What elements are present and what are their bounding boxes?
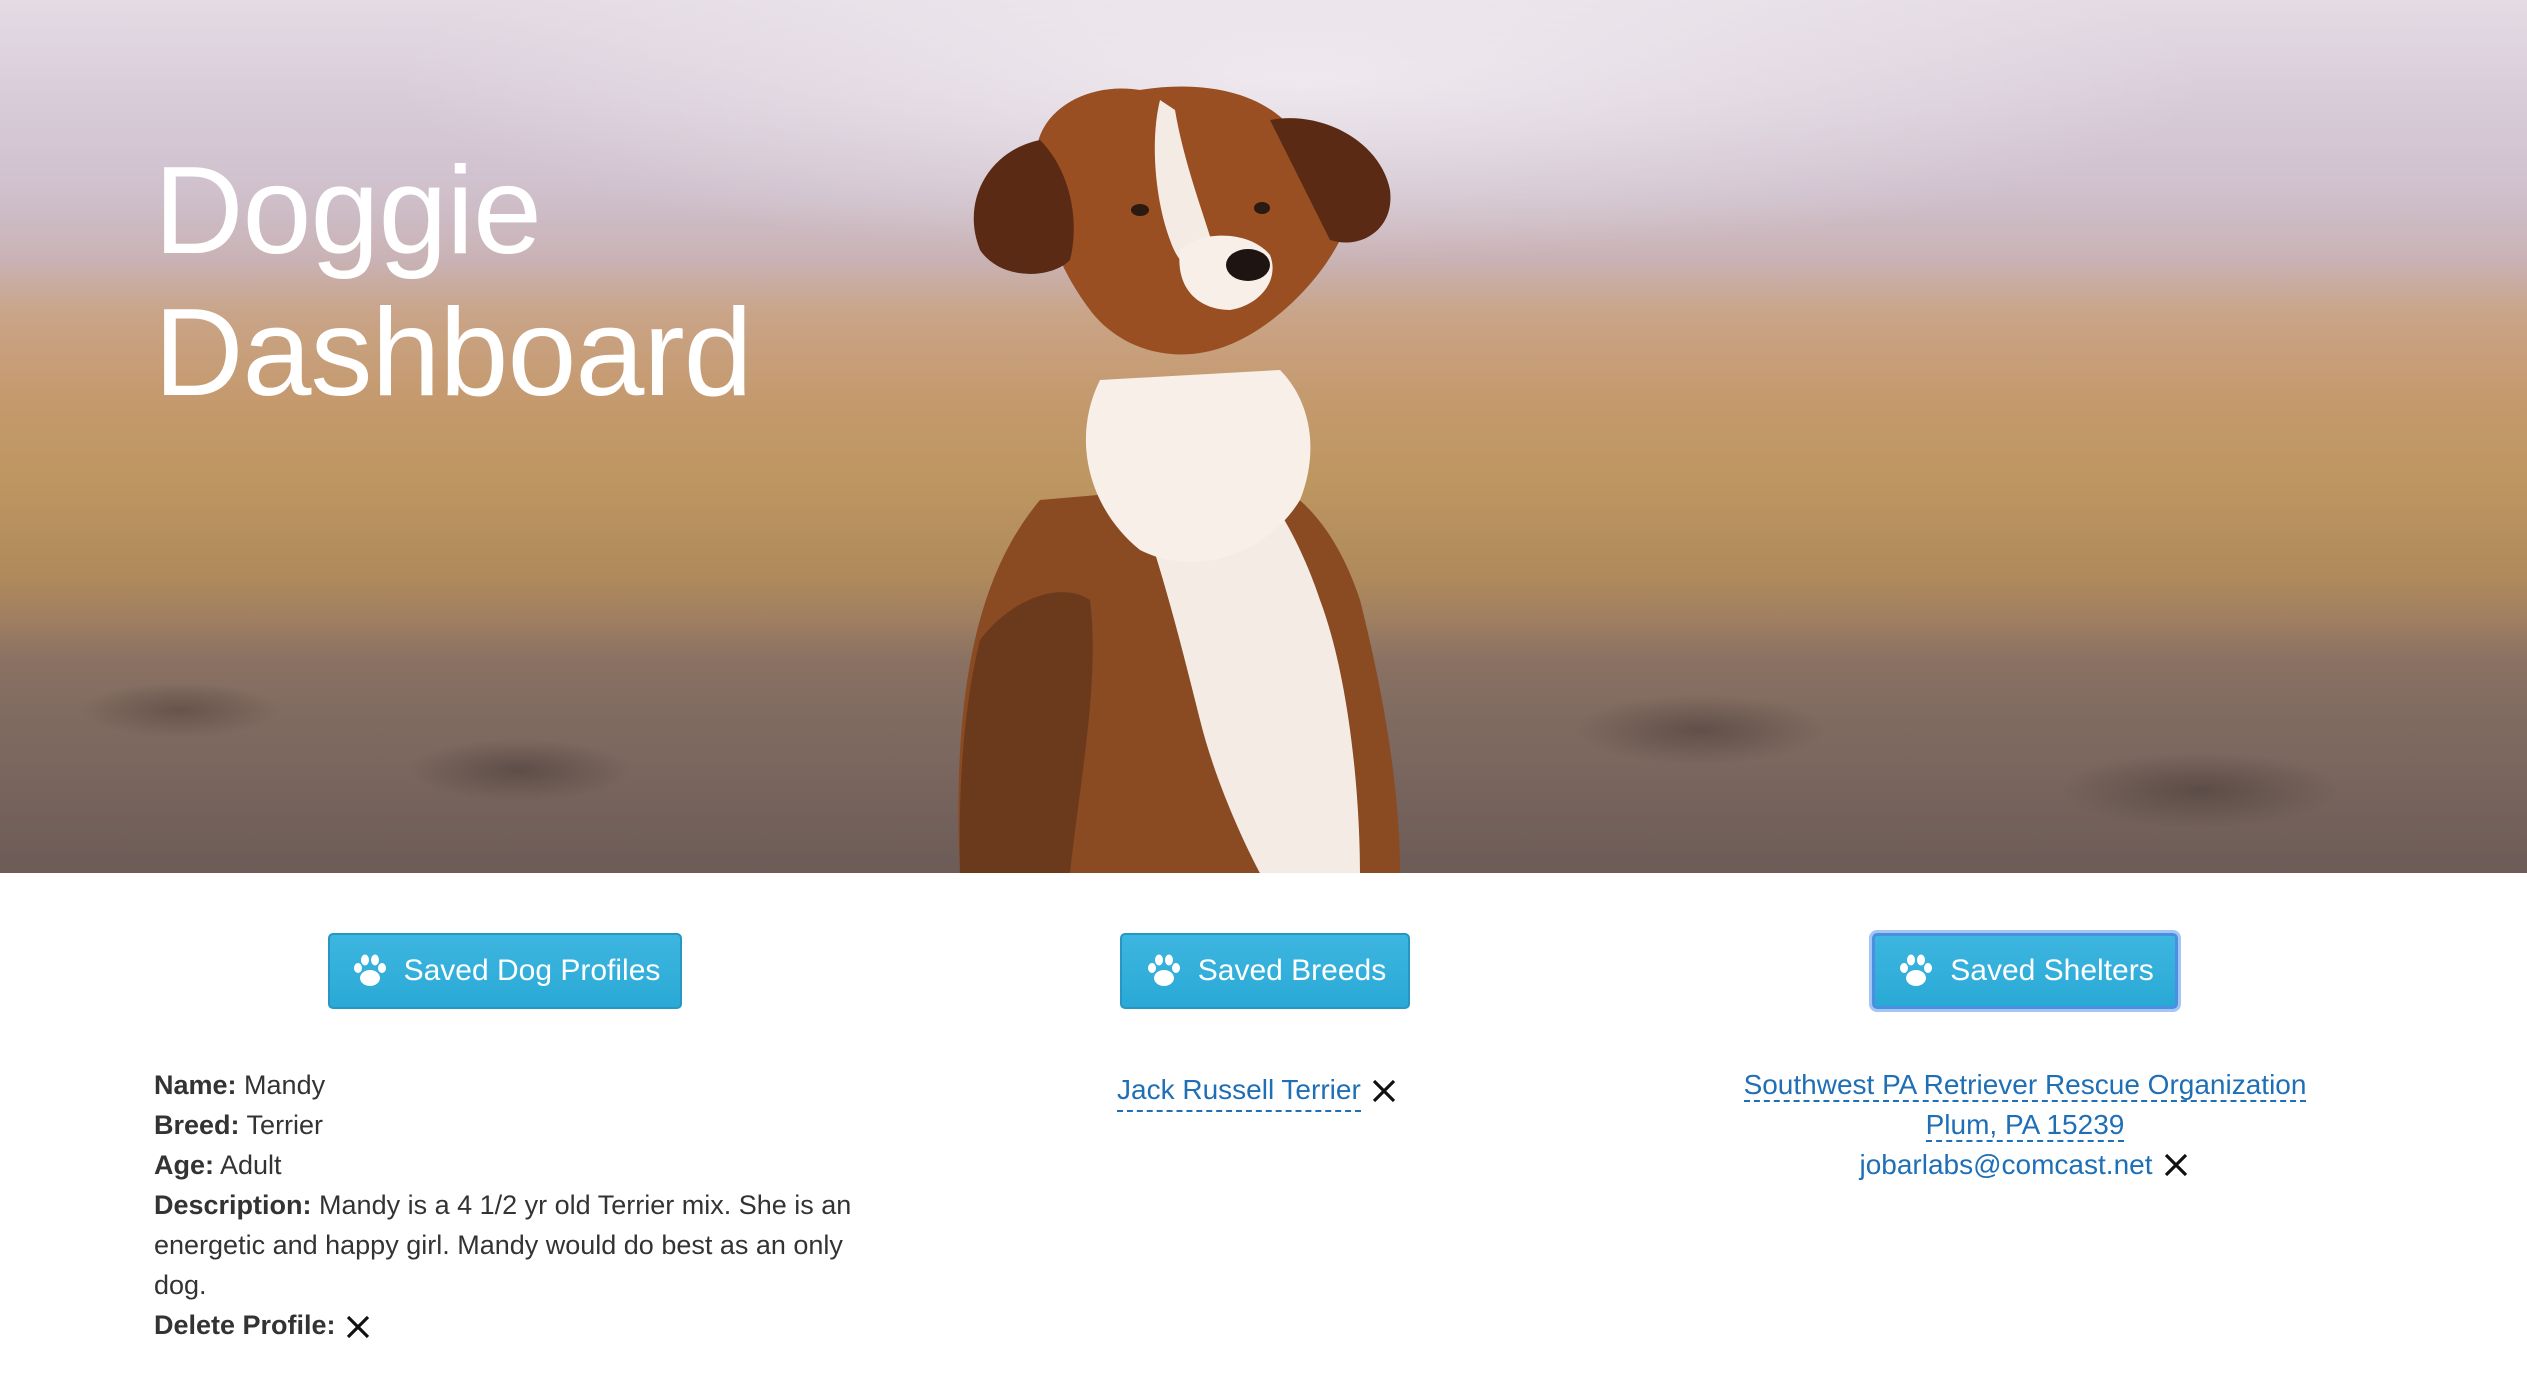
paw-icon: [353, 954, 386, 986]
page-title-line1: Doggie: [154, 142, 542, 280]
profile-age-value: Adult: [220, 1150, 282, 1180]
profile-name-value: Mandy: [244, 1070, 326, 1100]
profile-age-label: Age:: [154, 1150, 214, 1180]
close-icon[interactable]: [1369, 1076, 1399, 1106]
close-icon[interactable]: [343, 1312, 373, 1342]
shelter-name-link[interactable]: Southwest PA Retriever Rescue Organizati…: [1743, 1069, 2307, 1102]
dog-photo: [958, 86, 1400, 873]
shelter-email-row: jobarlabs@comcast.net: [1859, 1145, 2190, 1185]
profile-breed-row: Breed: Terrier: [154, 1105, 854, 1145]
dog-profile-card: Name: Mandy Breed: Terrier Age: Adult De…: [154, 1065, 854, 1345]
saved-dog-profiles-label: Saved Dog Profiles: [403, 954, 661, 987]
paw-icon: [1147, 954, 1180, 986]
hero-banner: Doggie Dashboard: [0, 0, 2527, 873]
profile-description-label: Description:: [154, 1190, 312, 1220]
profile-delete-row: Delete Profile:: [154, 1305, 854, 1345]
profile-age-row: Age: Adult: [154, 1145, 854, 1185]
saved-shelters-button[interactable]: Saved Shelters: [1872, 933, 2178, 1009]
profile-breed-value: Terrier: [246, 1110, 324, 1140]
saved-breeds-button[interactable]: Saved Breeds: [1120, 933, 1410, 1009]
profile-description-row: Description: Mandy is a 4 1/2 yr old Ter…: [154, 1185, 854, 1305]
paw-icon: [1900, 954, 1933, 986]
profile-name-row: Name: Mandy: [154, 1065, 854, 1105]
shelter-email-link[interactable]: jobarlabs@comcast.net: [1859, 1145, 2152, 1185]
profile-name-label: Name:: [154, 1070, 237, 1100]
close-icon[interactable]: [2161, 1150, 2191, 1180]
page-title: Doggie Dashboard: [154, 140, 753, 424]
profile-breed-label: Breed:: [154, 1110, 240, 1140]
saved-breed-item: Jack Russell Terrier: [1117, 1070, 1399, 1112]
saved-breeds-label: Saved Breeds: [1197, 954, 1387, 987]
shelter-location-link[interactable]: Plum, PA 15239: [1925, 1109, 2125, 1142]
profile-delete-label: Delete Profile:: [154, 1310, 336, 1340]
saved-shelter-item: Southwest PA Retriever Rescue Organizati…: [1700, 1065, 2350, 1185]
page-title-line2: Dashboard: [154, 284, 753, 422]
saved-dog-profiles-button[interactable]: Saved Dog Profiles: [328, 933, 682, 1009]
breed-link[interactable]: Jack Russell Terrier: [1117, 1070, 1361, 1112]
saved-shelters-label: Saved Shelters: [1950, 954, 2154, 987]
